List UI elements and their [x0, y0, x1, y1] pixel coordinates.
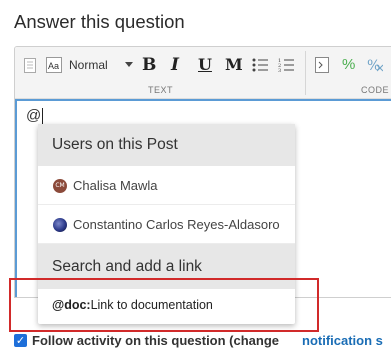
monospace-button[interactable]: M	[225, 55, 243, 74]
document-icon[interactable]	[24, 58, 36, 77]
user-name: Constantino Carlos Reyes-Aldasoro	[73, 217, 280, 232]
follow-label: Follow activity on this question (change	[32, 333, 280, 348]
answer-heading: Answer this question	[14, 11, 185, 32]
chevron-down-icon	[125, 62, 133, 67]
notification-settings-link[interactable]: notification s	[302, 333, 383, 348]
editor-toolbar: Aa Normal B I U M 123 % % TEXT CODE	[15, 47, 391, 99]
user-option[interactable]: CM Chalisa Mawla	[38, 166, 295, 205]
toolbar-group-text-label: TEXT	[148, 85, 174, 95]
user-option[interactable]: Constantino Carlos Reyes-Aldasoro	[38, 205, 295, 244]
avatar	[53, 218, 67, 232]
toolbar-divider	[305, 51, 306, 95]
remove-format-icon[interactable]: %	[367, 57, 384, 77]
follow-checkbox[interactable]: ✓	[14, 334, 27, 347]
svg-text:%: %	[367, 58, 380, 73]
svg-text:3: 3	[278, 68, 281, 73]
code-block-icon[interactable]	[315, 57, 329, 77]
style-select[interactable]: Normal	[69, 58, 133, 72]
italic-button[interactable]: I	[171, 55, 179, 75]
editor-content: @	[26, 107, 42, 124]
toolbar-group-code-label: CODE	[361, 85, 390, 95]
numbered-list-icon[interactable]: 123	[278, 57, 294, 77]
user-name: Chalisa Mawla	[73, 178, 158, 193]
highlight-box	[9, 278, 319, 332]
underline-button[interactable]: U	[198, 55, 212, 74]
bullet-list-icon[interactable]	[252, 57, 268, 77]
percent-icon[interactable]: %	[342, 56, 355, 73]
format-icon[interactable]: Aa	[46, 57, 62, 77]
text-caret	[42, 108, 43, 124]
users-section-header: Users on this Post	[38, 124, 295, 166]
style-select-value: Normal	[69, 58, 108, 72]
avatar: CM	[53, 179, 67, 193]
bold-button[interactable]: B	[142, 55, 156, 75]
svg-text:Aa: Aa	[48, 61, 59, 71]
